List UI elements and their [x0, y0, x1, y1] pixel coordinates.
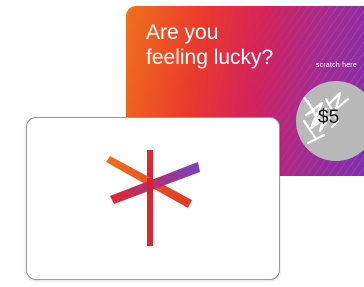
prize-amount: $5 — [318, 107, 340, 128]
scratch-here-label: scratch here — [316, 62, 357, 69]
headline-line-1: Are you — [146, 21, 219, 44]
headline-line-2: feeling lucky? — [146, 46, 274, 69]
scratch-area[interactable]: $5 — [296, 81, 364, 161]
logo-card — [26, 117, 280, 280]
crossed-flag-logo-icon — [106, 150, 200, 246]
cards-illustration: Are you feeling lucky? scratch here $5 — [0, 0, 364, 287]
scratch-card-headline: Are you feeling lucky? — [146, 20, 316, 70]
